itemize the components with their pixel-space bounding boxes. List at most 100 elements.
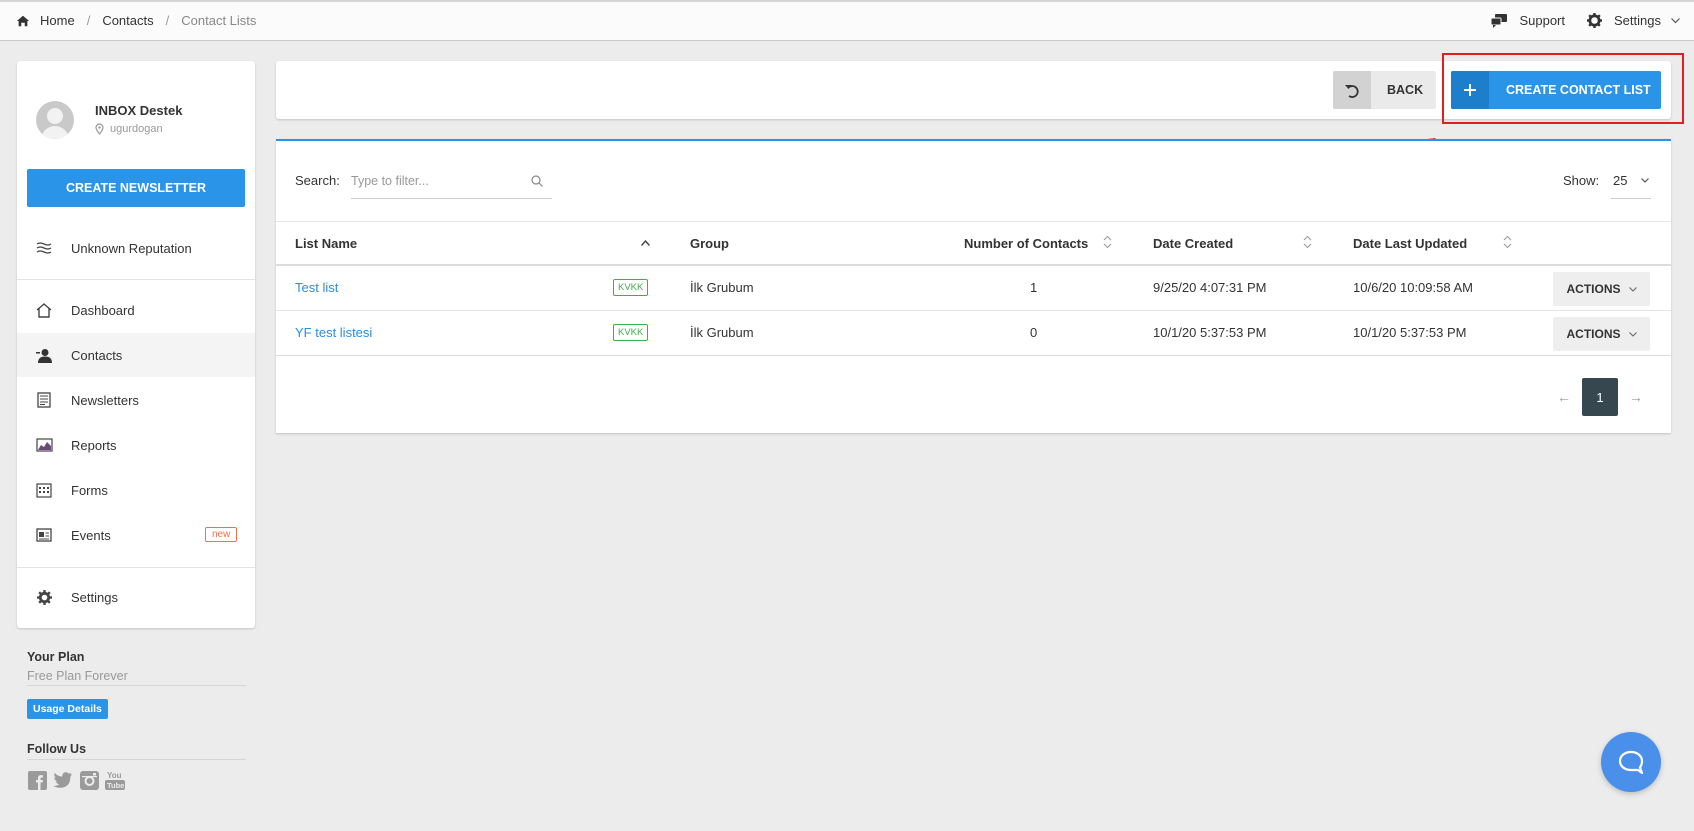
date-updated-cell: 10/6/20 10:09:58 AM <box>1353 280 1473 295</box>
back-button[interactable]: BACK <box>1333 71 1436 109</box>
user-handle: ugurdogan <box>95 123 163 135</box>
table-footer-divider <box>276 355 1671 356</box>
top-bar: Home / Contacts / Contact Lists Support … <box>0 0 1694 41</box>
kvkk-tag: KVKK <box>613 324 649 341</box>
sidebar-item-label: Forms <box>71 482 108 498</box>
table-row: Test list KVKK İlk Grubum 1 9/25/20 4:07… <box>276 266 1671 311</box>
column-number-of-contacts[interactable]: Number of Contacts <box>964 236 1088 251</box>
column-group: Group <box>690 236 729 251</box>
plan-heading: Your Plan <box>27 650 85 664</box>
sidebar-item-label: Contacts <box>71 347 123 363</box>
actions-label: ACTIONS <box>1566 327 1621 341</box>
list-name-link[interactable]: Test list <box>295 280 338 295</box>
support-link[interactable]: Support <box>1491 13 1565 28</box>
date-created-cell: 10/1/20 5:37:53 PM <box>1153 325 1267 340</box>
facebook-icon[interactable] <box>27 770 47 790</box>
breadcrumb-home[interactable]: Home <box>40 13 75 28</box>
waves-icon <box>35 239 53 257</box>
create-newsletter-button[interactable]: CREATE NEWSLETTER <box>27 169 245 207</box>
sidebar-item-label: Events <box>71 527 111 543</box>
user-name: INBOX Destek <box>95 103 183 118</box>
breadcrumb-current: Contact Lists <box>181 13 257 28</box>
chat-bubble-icon <box>1618 750 1644 774</box>
column-date-last-updated[interactable]: Date Last Updated <box>1353 236 1467 251</box>
actions-button[interactable]: ACTIONS <box>1553 272 1650 306</box>
contact-lists-panel: Search: Show: 25 List Name Group Number … <box>276 139 1671 433</box>
location-pin-icon <box>95 123 104 135</box>
sort-icon[interactable] <box>1503 235 1512 249</box>
list-name-link[interactable]: YF test listesi <box>295 325 372 340</box>
svg-text:Tube: Tube <box>107 781 124 790</box>
contacts-count-cell: 0 <box>1030 325 1038 340</box>
sort-asc-icon[interactable] <box>641 240 650 246</box>
chevron-down-icon <box>1671 17 1680 23</box>
settings-label: Settings <box>1614 13 1661 28</box>
settings-menu[interactable]: Settings <box>1587 13 1680 28</box>
search-input[interactable] <box>351 173 531 188</box>
sidebar-item-reputation[interactable]: Unknown Reputation <box>17 226 255 270</box>
table-row: YF test listesi KVKK İlk Grubum 0 10/1/2… <box>276 311 1671 356</box>
search-icon <box>531 174 543 187</box>
social-links: You Tube <box>27 770 131 790</box>
breadcrumb-contacts[interactable]: Contacts <box>102 13 153 28</box>
chat-widget-button[interactable] <box>1601 732 1661 792</box>
group-cell: İlk Grubum <box>690 325 754 340</box>
reports-icon <box>35 436 53 454</box>
contacts-count-cell: 1 <box>1030 280 1038 295</box>
sidebar-item-contacts[interactable]: Contacts <box>17 333 255 377</box>
prev-page-button[interactable]: ← <box>1546 389 1582 405</box>
sidebar: INBOX Destek ugurdogan CREATE NEWSLETTER… <box>17 61 255 628</box>
next-page-button[interactable]: → <box>1618 389 1654 405</box>
support-chat-icon <box>1491 13 1508 28</box>
sidebar-item-forms[interactable]: Forms <box>17 468 255 512</box>
avatar[interactable] <box>36 101 74 139</box>
sidebar-divider <box>17 279 255 280</box>
chevron-down-icon <box>1641 178 1649 183</box>
undo-icon <box>1333 71 1371 109</box>
sidebar-item-reports[interactable]: Reports <box>17 423 255 467</box>
sidebar-item-label: Dashboard <box>71 302 135 318</box>
plan-name: Free Plan Forever <box>27 669 246 686</box>
column-list-name[interactable]: List Name <box>295 236 357 251</box>
home-icon <box>35 301 53 319</box>
gear-icon <box>1587 13 1603 28</box>
kvkk-tag: KVKK <box>613 279 649 296</box>
follow-heading: Follow Us <box>27 742 246 760</box>
date-updated-cell: 10/1/20 5:37:53 PM <box>1353 325 1467 340</box>
sidebar-item-events[interactable]: Events new <box>17 513 255 557</box>
show-label: Show: <box>1563 173 1600 188</box>
back-label: BACK <box>1387 83 1424 97</box>
sidebar-item-dashboard[interactable]: Dashboard <box>17 288 255 332</box>
home-icon[interactable] <box>16 14 30 28</box>
page-button-current[interactable]: 1 <box>1582 378 1618 416</box>
sidebar-item-label: Newsletters <box>71 392 139 408</box>
breadcrumb: Home / Contacts / Contact Lists <box>16 13 256 28</box>
pagination: ← 1 → <box>1546 378 1654 416</box>
group-cell: İlk Grubum <box>690 280 754 295</box>
chevron-down-icon <box>1628 286 1637 292</box>
table-header: List Name Group Number of Contacts Date … <box>276 221 1671 266</box>
actions-button[interactable]: ACTIONS <box>1553 317 1650 351</box>
sort-icon[interactable] <box>1103 235 1112 249</box>
date-created-cell: 9/25/20 4:07:31 PM <box>1153 280 1267 295</box>
twitter-icon[interactable] <box>53 770 73 790</box>
youtube-icon[interactable]: You Tube <box>105 770 125 790</box>
column-date-created[interactable]: Date Created <box>1153 236 1233 251</box>
search-field[interactable] <box>351 163 552 199</box>
username-text: ugurdogan <box>110 123 163 135</box>
page-size-value: 25 <box>1613 173 1628 188</box>
support-label: Support <box>1519 13 1566 28</box>
new-badge: new <box>205 527 238 542</box>
sidebar-item-settings[interactable]: Settings <box>17 575 255 619</box>
newsletter-icon <box>35 391 53 409</box>
events-icon <box>35 526 53 544</box>
sort-icon[interactable] <box>1303 235 1312 249</box>
contacts-icon <box>35 346 53 364</box>
sidebar-item-newsletters[interactable]: Newsletters <box>17 378 255 422</box>
breadcrumb-separator: / <box>86 13 91 28</box>
usage-details-button[interactable]: Usage Details <box>27 699 108 719</box>
instagram-icon[interactable] <box>79 770 99 790</box>
sidebar-item-label: Unknown Reputation <box>71 240 192 256</box>
svg-text:You: You <box>107 771 122 780</box>
page-size-select[interactable]: 25 <box>1611 163 1651 199</box>
